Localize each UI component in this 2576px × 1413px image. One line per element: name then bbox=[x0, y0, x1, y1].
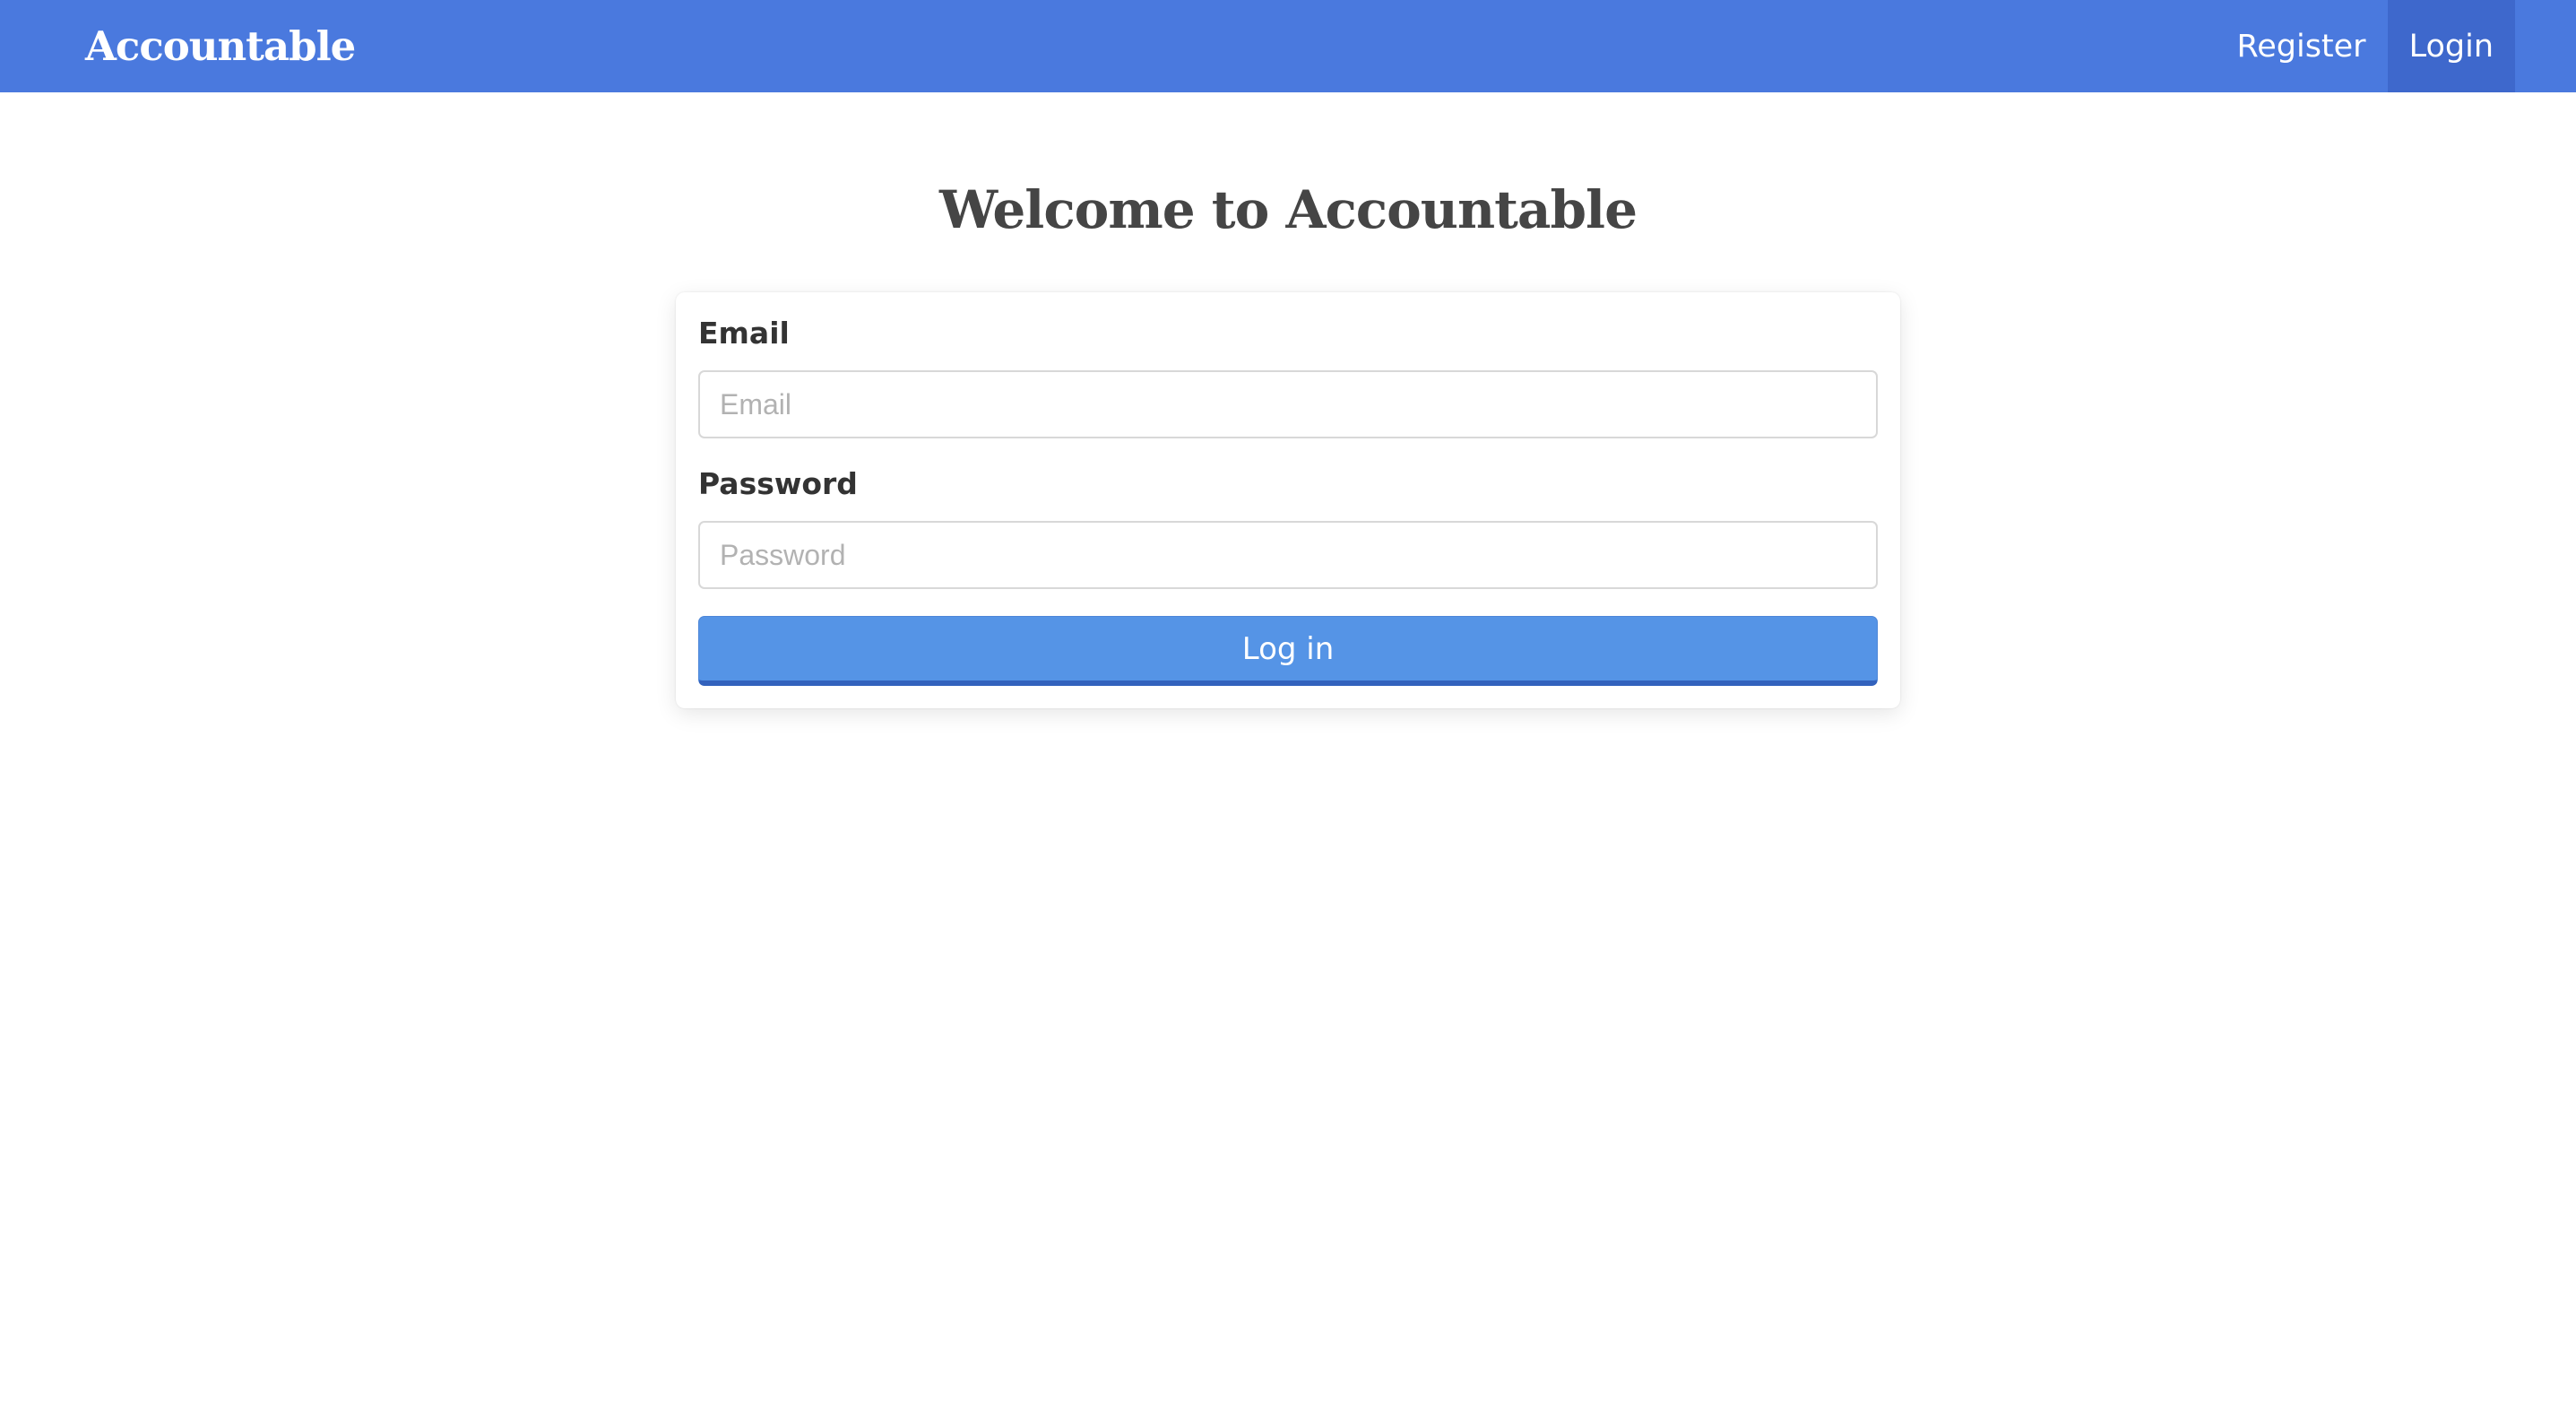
page-title: Welcome to Accountable bbox=[939, 179, 1638, 240]
login-form-card: Email Password Log in bbox=[676, 292, 1900, 708]
nav-links: Register Login bbox=[2215, 0, 2515, 92]
login-button[interactable]: Log in bbox=[698, 616, 1878, 686]
top-navbar: Accountable Register Login bbox=[0, 0, 2576, 92]
brand-logo-link[interactable]: Accountable bbox=[85, 0, 356, 92]
password-label: Password bbox=[698, 466, 858, 501]
email-input[interactable] bbox=[698, 370, 1878, 438]
email-label: Email bbox=[698, 316, 790, 351]
nav-register-link[interactable]: Register bbox=[2215, 0, 2387, 92]
nav-login-link[interactable]: Login bbox=[2387, 0, 2515, 92]
password-input[interactable] bbox=[698, 521, 1878, 589]
